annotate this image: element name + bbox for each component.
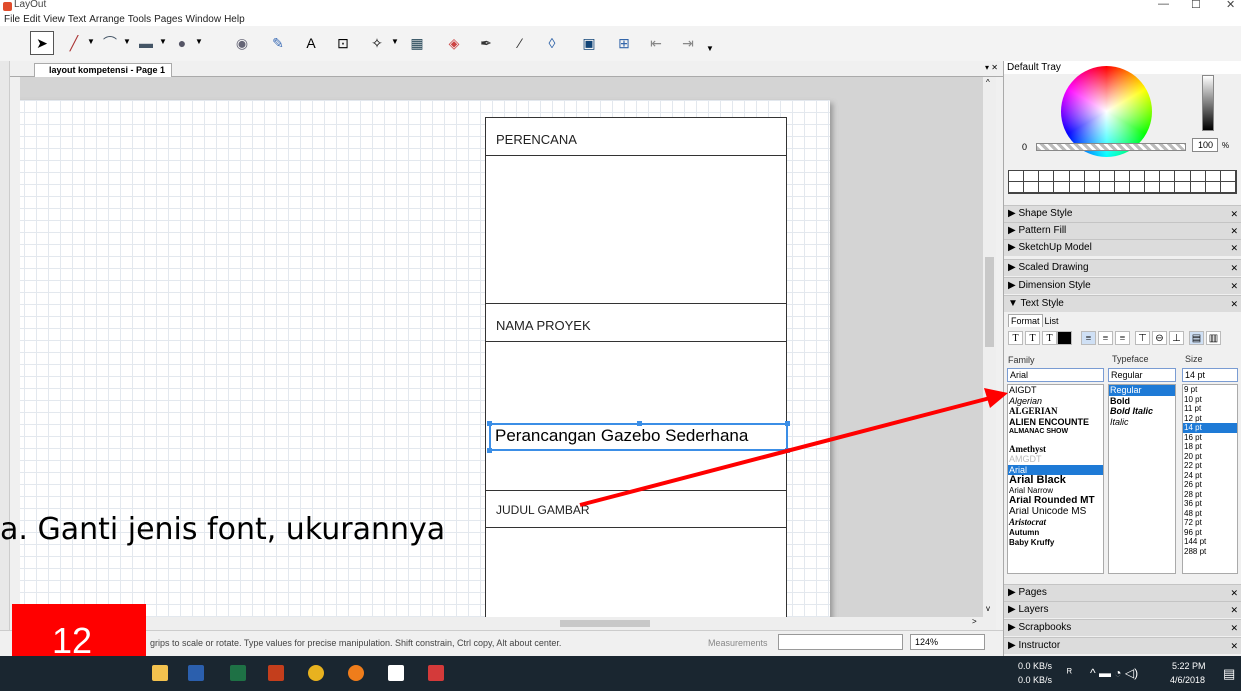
clock-date[interactable]: 4/6/2018: [1170, 675, 1205, 685]
firefox-icon[interactable]: [348, 665, 364, 681]
powerpoint-icon[interactable]: [268, 665, 284, 681]
word-icon[interactable]: [188, 665, 204, 681]
arrow-shaft: [579, 396, 991, 507]
net-down: 0.0 KB/s: [1018, 661, 1053, 671]
annotation-arrow: [579, 388, 1008, 507]
sketchup-icon[interactable]: [388, 665, 404, 681]
chrome-icon[interactable]: [308, 665, 324, 681]
net-up: 0.0 KB/s: [1018, 675, 1053, 685]
file-explorer-icon[interactable]: [152, 665, 168, 681]
system-tray-icons[interactable]: ^ ▬ ◔ ◁): [1090, 666, 1138, 680]
people-icon[interactable]: ᴿ: [1067, 667, 1072, 679]
layout-taskbar-icon[interactable]: [428, 665, 444, 681]
arrow-head: [984, 388, 1008, 408]
clock-time[interactable]: 5:22 PM: [1172, 661, 1206, 671]
excel-icon[interactable]: [230, 665, 246, 681]
windows-taskbar: 0.0 KB/s 0.0 KB/s ᴿ ^ ▬ ◔ ◁) 5:22 PM 4/6…: [0, 656, 1241, 691]
notifications-icon[interactable]: ▤: [1223, 666, 1235, 682]
